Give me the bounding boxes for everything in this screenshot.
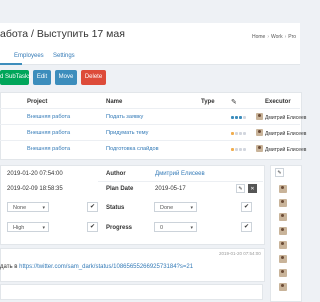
edit-pencil-icon[interactable]: ✎ xyxy=(275,168,284,177)
confirm-check-button[interactable]: ✔ xyxy=(87,222,98,232)
chevron-down-icon: ▾ xyxy=(42,205,45,211)
table-row-name[interactable]: Подготовка слайдов xyxy=(106,146,159,152)
table-row-project[interactable]: Внешняя работа xyxy=(27,130,70,136)
table-row-executor[interactable]: Дмитрий Елисеев xyxy=(265,115,306,121)
table-row-executor[interactable]: Дмитрий Елисеев xyxy=(265,131,306,137)
confirm-check-button[interactable]: ✔ xyxy=(241,222,252,232)
table-row-project[interactable]: Внешняя работа xyxy=(27,146,70,152)
comment-input[interactable] xyxy=(0,284,263,300)
chevron-down-icon: ▾ xyxy=(190,205,193,211)
avatar[interactable] xyxy=(279,227,287,235)
delete-button[interactable]: Delete xyxy=(81,70,106,85)
active-tab-indicator xyxy=(0,63,22,65)
progress-select[interactable]: 0 ▾ xyxy=(154,222,197,232)
comment-prefix: дать в xyxy=(0,264,20,270)
column-header-project[interactable]: Project xyxy=(27,99,47,105)
comment-timestamp: 2019-01-20 07:54:00 xyxy=(219,251,261,256)
breadcrumb: Home › Work › Pro xyxy=(252,34,296,40)
avatar[interactable] xyxy=(279,213,287,221)
avatar[interactable] xyxy=(279,283,287,291)
edit-pencil-icon[interactable]: ✎ xyxy=(236,184,245,193)
add-subtasks-button[interactable]: d SubTasks xyxy=(0,70,31,85)
avatar xyxy=(256,113,263,120)
table-row-project[interactable]: Внешняя работа xyxy=(27,114,70,120)
table-row-name[interactable]: Подать заявку xyxy=(106,114,143,120)
avatar[interactable] xyxy=(279,185,287,193)
select-left-1[interactable]: None ▾ xyxy=(7,202,49,212)
plan-date-label: Plan Date xyxy=(106,186,134,192)
status-value: Done xyxy=(160,205,174,211)
divider xyxy=(98,181,263,182)
created-date: 2019-01-20 07:54:00 xyxy=(7,171,63,177)
column-header-name[interactable]: Name xyxy=(106,99,122,105)
breadcrumb-separator: › xyxy=(284,34,287,40)
tab-settings[interactable]: Settings xyxy=(53,53,75,59)
delete-icon[interactable]: ✕ xyxy=(248,184,257,193)
comment-text: дать в https://twitter.com/sam_dark/stat… xyxy=(0,264,193,270)
breadcrumb-separator: › xyxy=(267,34,270,40)
avatar[interactable] xyxy=(279,199,287,207)
table-divider xyxy=(0,140,300,141)
author-label: Author xyxy=(106,171,126,177)
table-divider xyxy=(0,124,300,125)
column-header-type[interactable]: Type xyxy=(201,99,215,105)
select-left-2[interactable]: High ▾ xyxy=(7,222,49,232)
chevron-down-icon: ▾ xyxy=(42,225,45,231)
table-row-executor[interactable]: Дмитрий Елисеев xyxy=(265,147,306,153)
confirm-check-button[interactable]: ✔ xyxy=(241,202,252,212)
avatar[interactable] xyxy=(279,269,287,277)
edit-button[interactable]: Edit xyxy=(33,70,51,85)
status-label: Status xyxy=(106,205,125,211)
page-title: аботa / Выступить 17 мая xyxy=(0,28,125,40)
avatar[interactable] xyxy=(279,241,287,249)
chevron-down-icon: ▾ xyxy=(190,225,193,231)
column-header-executor[interactable]: Executor xyxy=(265,99,291,105)
table-row-name[interactable]: Придумать тему xyxy=(106,130,148,136)
breadcrumb-project[interactable]: Pro xyxy=(288,34,296,40)
breadcrumb-work[interactable]: Work xyxy=(271,34,283,40)
status-select[interactable]: Done ▾ xyxy=(154,202,197,212)
author-value[interactable]: Дмитрий Елисеев xyxy=(155,171,205,177)
table-divider xyxy=(0,108,300,109)
priority-icon: ✎ xyxy=(231,99,237,106)
confirm-check-button[interactable]: ✔ xyxy=(87,202,98,212)
move-button[interactable]: Move xyxy=(55,70,77,85)
updated-date: 2019-02-09 18:58:35 xyxy=(7,186,63,192)
select-value: High xyxy=(13,225,25,231)
tab-employees[interactable]: Employees xyxy=(14,53,44,59)
progress-value: 0 xyxy=(160,225,164,231)
progress-label: Progress xyxy=(106,225,133,231)
plan-date-value: 2019-05-17 xyxy=(155,186,186,192)
tab-bar xyxy=(0,49,300,65)
avatar xyxy=(256,145,263,152)
comment-link[interactable]: https://twitter.com/sam_dark/status/1086… xyxy=(19,264,193,270)
select-value: None xyxy=(13,205,27,211)
avatar[interactable] xyxy=(279,255,287,263)
avatar xyxy=(256,129,263,136)
breadcrumb-home[interactable]: Home xyxy=(252,34,265,40)
